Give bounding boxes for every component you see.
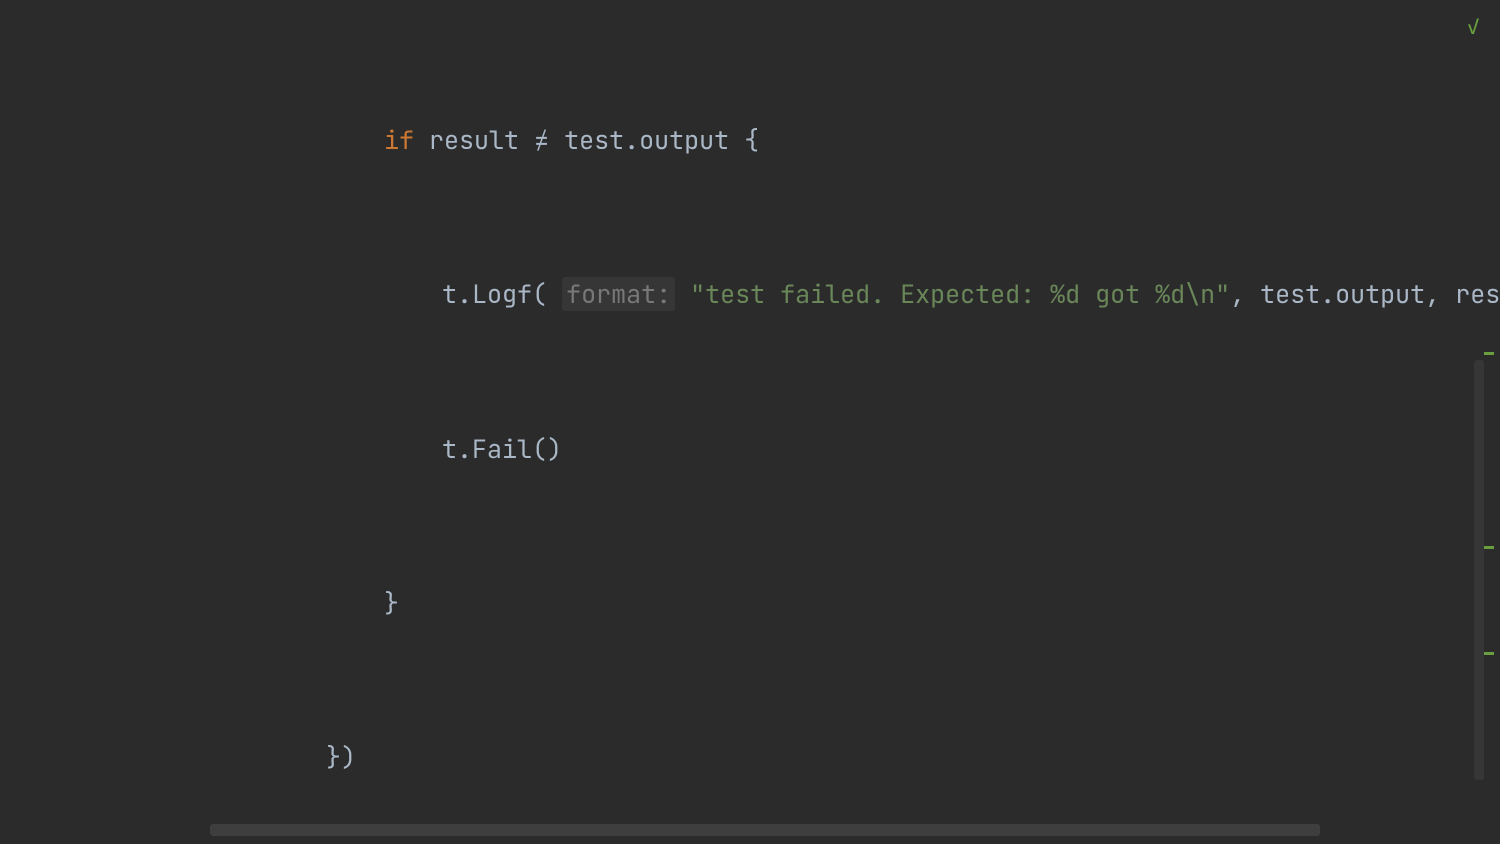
code-area[interactable]: if result ≠ test.output { t.Logf( format… — [0, 5, 1500, 844]
change-markers — [1490, 0, 1494, 844]
scrollbar-vertical[interactable] — [1474, 360, 1484, 780]
code-editor[interactable]: ✓ if result ≠ test.output { t.Logf( form… — [0, 0, 1500, 844]
change-marker — [1484, 352, 1494, 355]
identifier: t — [442, 432, 457, 466]
brace-close: } — [384, 586, 399, 620]
code-line[interactable]: t.Fail() — [0, 430, 1500, 469]
comma: , — [1425, 277, 1440, 311]
dot: . — [457, 432, 472, 466]
brace-open: { — [744, 123, 759, 157]
comma: , — [1230, 277, 1245, 311]
change-marker — [1484, 652, 1494, 655]
parens: () — [532, 432, 562, 466]
identifier: t — [442, 277, 457, 311]
identifier: test.output — [564, 123, 729, 157]
brace-close: }) — [326, 740, 356, 774]
identifier: result — [429, 123, 519, 157]
code-line[interactable]: } — [0, 584, 1500, 623]
fn-call-fail: Fail — [472, 432, 532, 466]
scrollbar-horizontal[interactable] — [210, 824, 1320, 836]
paren-open: ( — [532, 277, 547, 311]
code-line[interactable]: t.Logf( format: "test failed. Expected: … — [0, 275, 1500, 314]
string-literal: "test failed. Expected: %d got %d\n" — [690, 277, 1230, 311]
fn-call-logf: Logf — [472, 277, 532, 311]
operator-neq: ≠ — [534, 123, 549, 157]
identifier: test.output — [1260, 277, 1425, 311]
keyword-if: if — [384, 123, 414, 157]
dot: . — [457, 277, 472, 311]
code-line[interactable]: }) — [0, 738, 1500, 777]
parameter-hint: format: — [562, 277, 675, 311]
code-line[interactable]: if result ≠ test.output { — [0, 121, 1500, 160]
change-marker — [1484, 546, 1494, 549]
